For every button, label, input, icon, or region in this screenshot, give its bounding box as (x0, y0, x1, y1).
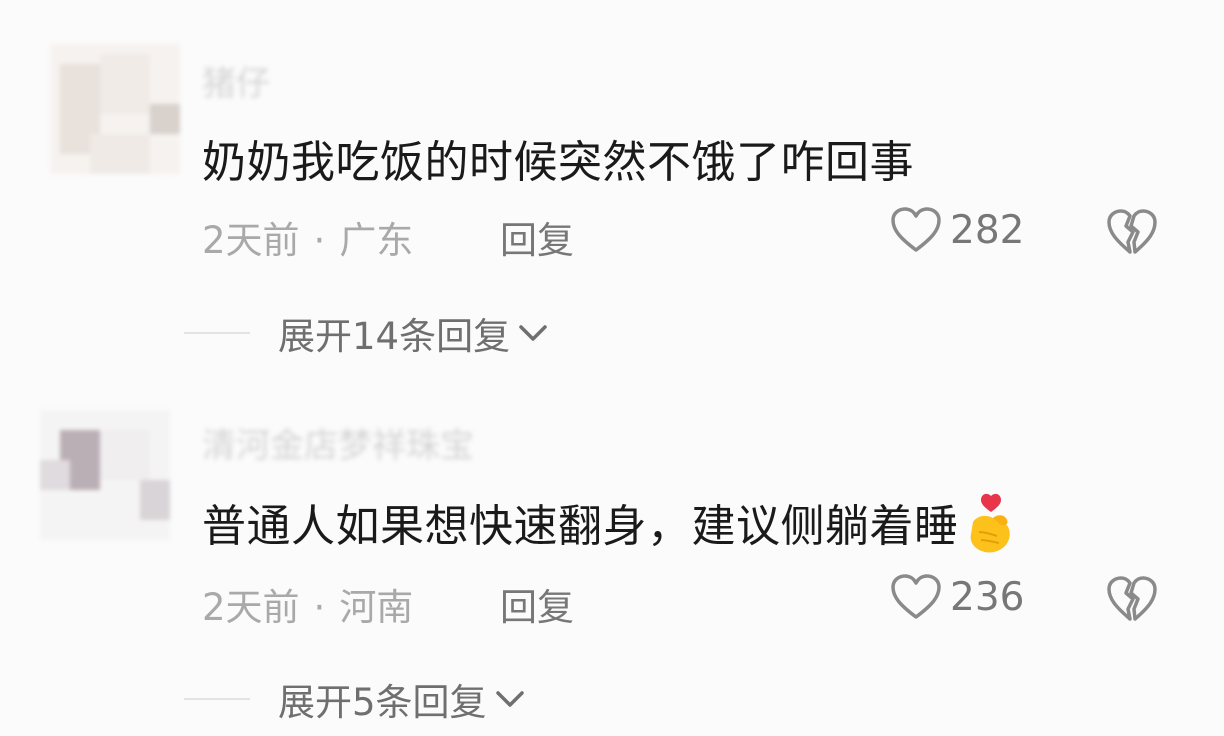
expand-replies-button[interactable]: 展开5条回复 (184, 672, 527, 726)
avatar-pixel (140, 480, 170, 520)
reply-button[interactable]: 回复 (500, 577, 574, 631)
dislike-button[interactable] (1106, 208, 1158, 260)
avatar-pixel (100, 430, 150, 480)
broken-heart-icon (1107, 576, 1157, 621)
avatar-pixel (40, 460, 70, 490)
username[interactable]: 清河金店梦祥珠宝 (202, 418, 474, 467)
heart-outline-icon (891, 207, 941, 252)
like-button[interactable]: 282 (890, 206, 1024, 254)
chevron-down-icon (519, 325, 547, 341)
dislike-button[interactable] (1106, 575, 1158, 627)
timestamp: 2天前 (202, 219, 300, 262)
comment-meta: 2天前 · 广东 (202, 210, 413, 264)
expand-replies-label: 展开5条回复 (278, 681, 487, 724)
timestamp: 2天前 (202, 586, 300, 629)
meta-separator: · (313, 586, 326, 629)
username[interactable]: 猪仔 (202, 56, 270, 105)
finger-heart-emoji (963, 492, 1019, 567)
reply-button[interactable]: 回复 (500, 210, 574, 264)
avatar-pixel (90, 134, 150, 174)
like-count: 236 (950, 574, 1025, 620)
comment-text-body: 普通人如果想快速翻身，建议侧躺着睡 (202, 501, 959, 552)
location: 广东 (339, 219, 414, 262)
comment-meta: 2天前 · 河南 (202, 577, 413, 631)
like-button[interactable]: 236 (890, 573, 1024, 621)
location: 河南 (339, 586, 414, 629)
broken-heart-icon (1107, 209, 1157, 254)
divider-line (184, 698, 250, 700)
avatar[interactable] (50, 44, 180, 174)
chevron-down-icon (495, 691, 524, 707)
expand-replies-label: 展开14条回复 (278, 315, 511, 358)
avatar-pixel (100, 54, 150, 114)
divider-line (184, 332, 250, 334)
expand-replies-button[interactable]: 展开14条回复 (184, 306, 550, 360)
meta-separator: · (313, 219, 326, 262)
comment-text: 奶奶我吃饭的时候突然不饿了咋回事 (202, 137, 914, 188)
heart-outline-icon (891, 574, 941, 619)
like-count: 282 (950, 207, 1025, 253)
comment-text: 普通人如果想快速翻身，建议侧躺着睡 (202, 490, 1019, 567)
avatar[interactable] (40, 410, 170, 540)
avatar-pixel (150, 104, 180, 134)
